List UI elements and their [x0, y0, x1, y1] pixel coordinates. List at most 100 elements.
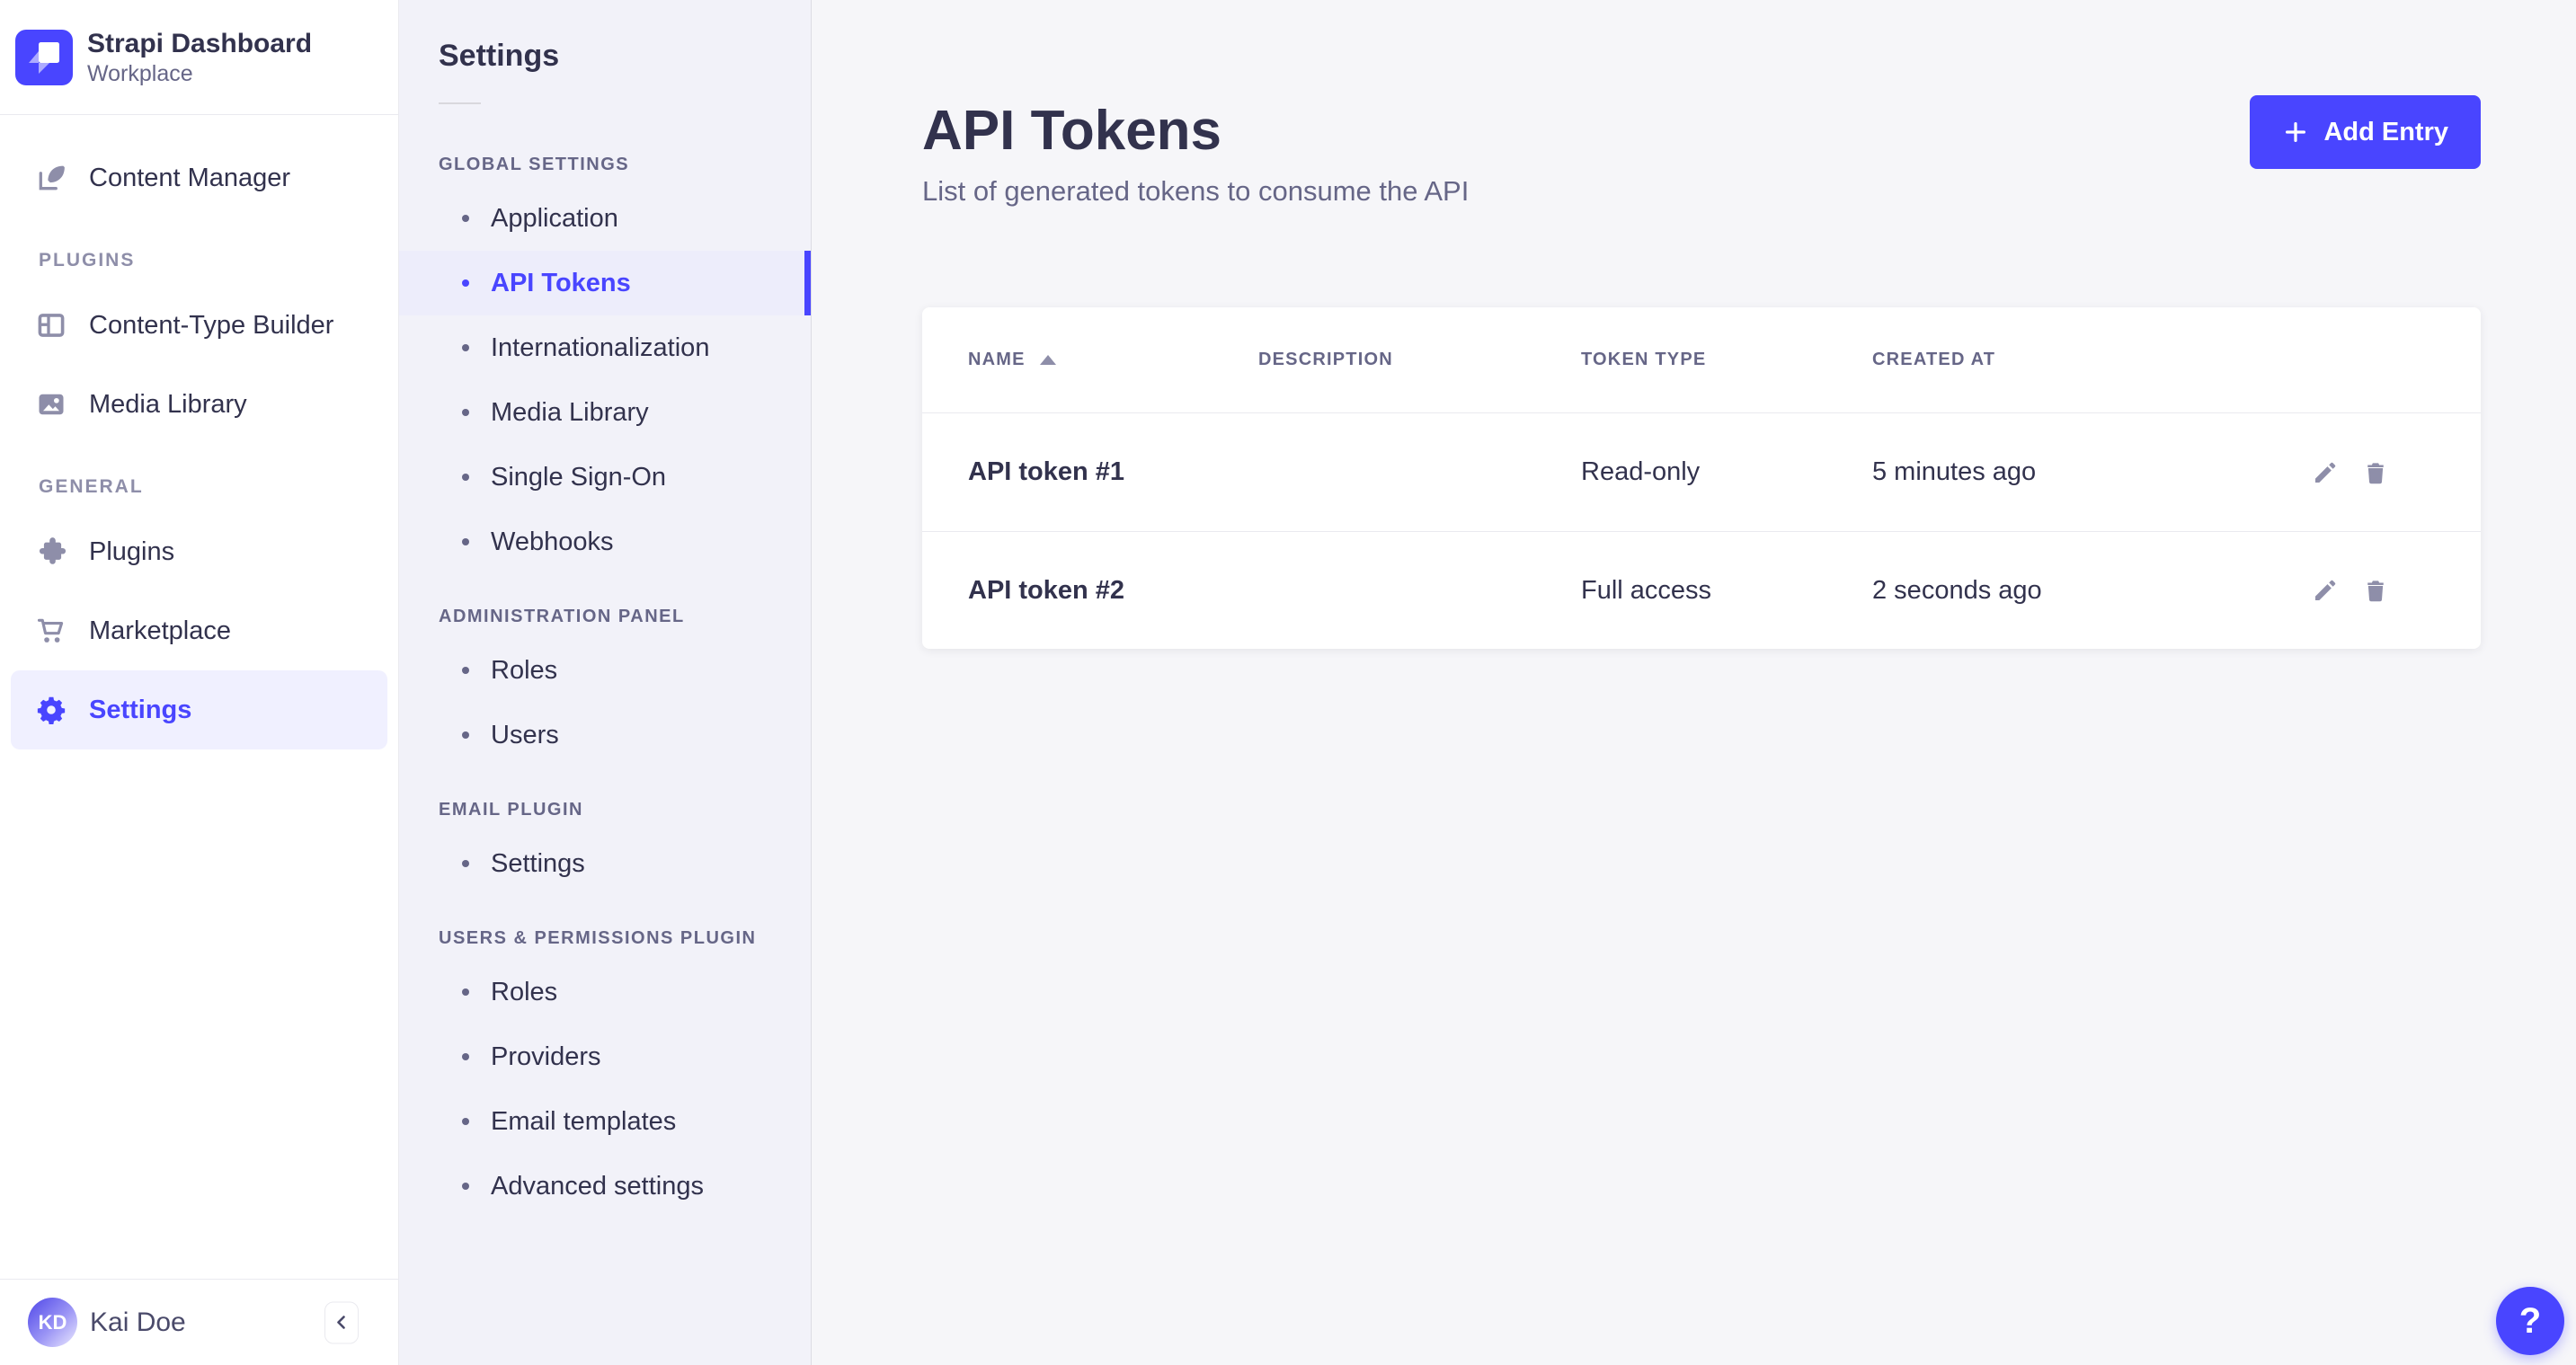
- subnav-section-email-plugin: EMAIL PLUGIN Settings: [399, 800, 811, 896]
- subnav-item-providers[interactable]: Providers: [399, 1024, 811, 1089]
- subnav-item-advanced-settings[interactable]: Advanced settings: [399, 1154, 811, 1219]
- subnav-item-application[interactable]: Application: [399, 186, 811, 251]
- subnav-item-label: Advanced settings: [491, 1172, 704, 1201]
- sort-asc-icon: [1040, 355, 1056, 365]
- brand-subtitle: Workplace: [87, 60, 312, 87]
- subnav-section-label: USERS & PERMISSIONS PLUGIN: [399, 928, 811, 949]
- sidebar-item-settings[interactable]: Settings: [11, 670, 387, 749]
- subnav-item-up-roles[interactable]: Roles: [399, 960, 811, 1024]
- subnav-item-label: Providers: [491, 1042, 601, 1072]
- bullet-icon: [462, 860, 469, 867]
- sidebar-item-label: Marketplace: [89, 616, 231, 646]
- subnav-item-admin-users[interactable]: Users: [399, 703, 811, 767]
- bullet-icon: [462, 667, 469, 674]
- column-header-label: NAME: [968, 350, 1026, 370]
- add-entry-label: Add Entry: [2323, 118, 2448, 147]
- edit-button[interactable]: [2310, 575, 2341, 606]
- bullet-icon: [462, 1118, 469, 1125]
- image-icon: [35, 388, 67, 421]
- subnav-item-label: Media Library: [491, 398, 649, 428]
- strapi-logo-icon: [15, 30, 73, 85]
- layout-icon: [35, 309, 67, 341]
- bullet-icon: [462, 279, 469, 287]
- app-root: Strapi Dashboard Workplace Content Manag…: [0, 0, 2576, 1365]
- feather-icon: [35, 162, 67, 194]
- sidebar-item-label: Content-Type Builder: [89, 311, 333, 341]
- edit-button[interactable]: [2310, 457, 2341, 488]
- subnav-item-api-tokens[interactable]: API Tokens: [399, 251, 811, 315]
- sidebar-nav: Content Manager PLUGINS Content-Type Bui…: [0, 115, 398, 749]
- column-header-description: DESCRIPTION: [1258, 350, 1581, 370]
- table-row[interactable]: API token #1 Read-only 5 minutes ago: [922, 413, 2481, 531]
- subnav-section-label: EMAIL PLUGIN: [399, 800, 811, 820]
- subnav-title: Settings: [439, 38, 811, 74]
- page-title: API Tokens: [922, 101, 2481, 162]
- bullet-icon: [462, 538, 469, 545]
- subnav-item-webhooks[interactable]: Webhooks: [399, 510, 811, 574]
- column-header-token-type: TOKEN TYPE: [1581, 350, 1872, 370]
- delete-button[interactable]: [2360, 575, 2391, 606]
- bullet-icon: [462, 731, 469, 739]
- subnav-item-label: Roles: [491, 978, 557, 1007]
- puzzle-icon: [35, 536, 67, 568]
- workspace-brand[interactable]: Strapi Dashboard Workplace: [0, 0, 398, 115]
- subnav-item-email-templates[interactable]: Email templates: [399, 1089, 811, 1154]
- page-subtitle: List of generated tokens to consume the …: [922, 174, 2481, 208]
- token-type: Read-only: [1581, 457, 1872, 487]
- plus-icon: [2282, 119, 2309, 146]
- add-entry-button[interactable]: Add Entry: [2250, 95, 2481, 169]
- cart-icon: [35, 615, 67, 647]
- trash-icon: [2362, 459, 2389, 486]
- subnav-item-label: Users: [491, 721, 559, 750]
- table-header-row: NAME DESCRIPTION TOKEN TYPE CREATED AT: [922, 307, 2481, 413]
- subnav-item-label: Settings: [491, 849, 585, 879]
- sidebar-item-content-type-builder[interactable]: Content-Type Builder: [0, 286, 398, 365]
- user-name: Kai Doe: [90, 1307, 186, 1338]
- token-created-at: 5 minutes ago: [1872, 457, 2310, 487]
- collapse-sidebar-button[interactable]: [324, 1301, 359, 1343]
- brand-title: Strapi Dashboard: [87, 28, 312, 60]
- sidebar-section-general: GENERAL: [0, 444, 398, 512]
- sidebar-item-label: Media Library: [89, 390, 247, 420]
- help-button[interactable]: ?: [2496, 1287, 2564, 1355]
- gear-icon: [35, 694, 67, 726]
- subnav-section-users-permissions-plugin: USERS & PERMISSIONS PLUGIN Roles Provide…: [399, 928, 811, 1219]
- subnav-item-admin-roles[interactable]: Roles: [399, 638, 811, 703]
- column-header-label: TOKEN TYPE: [1581, 350, 1706, 370]
- bullet-icon: [462, 409, 469, 416]
- sidebar-item-label: Content Manager: [89, 164, 290, 193]
- row-actions: [2310, 575, 2391, 606]
- subnav-item-label: Email templates: [491, 1107, 676, 1137]
- main-sidebar: Strapi Dashboard Workplace Content Manag…: [0, 0, 399, 1365]
- subnav-item-label: Roles: [491, 656, 557, 686]
- sidebar-item-content-manager[interactable]: Content Manager: [0, 138, 398, 217]
- sidebar-user-section: KD Kai Doe: [0, 1279, 398, 1365]
- subnav-item-email-settings[interactable]: Settings: [399, 831, 811, 896]
- bullet-icon: [462, 344, 469, 351]
- subnav-section-administration-panel: ADMINISTRATION PANEL Roles Users: [399, 607, 811, 767]
- bullet-icon: [462, 474, 469, 481]
- pencil-icon: [2312, 459, 2339, 486]
- subnav-item-label: Internationalization: [491, 333, 709, 363]
- token-created-at: 2 seconds ago: [1872, 576, 2310, 606]
- subnav-section-label: ADMINISTRATION PANEL: [399, 607, 811, 627]
- subnav-item-label: Webhooks: [491, 527, 614, 557]
- bullet-icon: [462, 1053, 469, 1060]
- column-header-name[interactable]: NAME: [968, 350, 1258, 370]
- table-row[interactable]: API token #2 Full access 2 seconds ago: [922, 531, 2481, 649]
- settings-subnav: Settings GLOBAL SETTINGS Application API…: [399, 0, 812, 1365]
- chevron-left-icon: [331, 1312, 352, 1334]
- sidebar-item-plugins[interactable]: Plugins: [0, 512, 398, 591]
- subnav-divider: [439, 102, 481, 104]
- token-name: API token #2: [968, 576, 1258, 606]
- sidebar-item-media-library[interactable]: Media Library: [0, 365, 398, 444]
- avatar[interactable]: KD: [28, 1298, 77, 1347]
- subnav-item-internationalization[interactable]: Internationalization: [399, 315, 811, 380]
- sidebar-item-marketplace[interactable]: Marketplace: [0, 591, 398, 670]
- delete-button[interactable]: [2360, 457, 2391, 488]
- subnav-item-media-library[interactable]: Media Library: [399, 380, 811, 445]
- subnav-item-single-sign-on[interactable]: Single Sign-On: [399, 445, 811, 510]
- sidebar-section-plugins: PLUGINS: [0, 217, 398, 286]
- column-header-label: CREATED AT: [1872, 350, 1995, 370]
- token-type: Full access: [1581, 576, 1872, 606]
